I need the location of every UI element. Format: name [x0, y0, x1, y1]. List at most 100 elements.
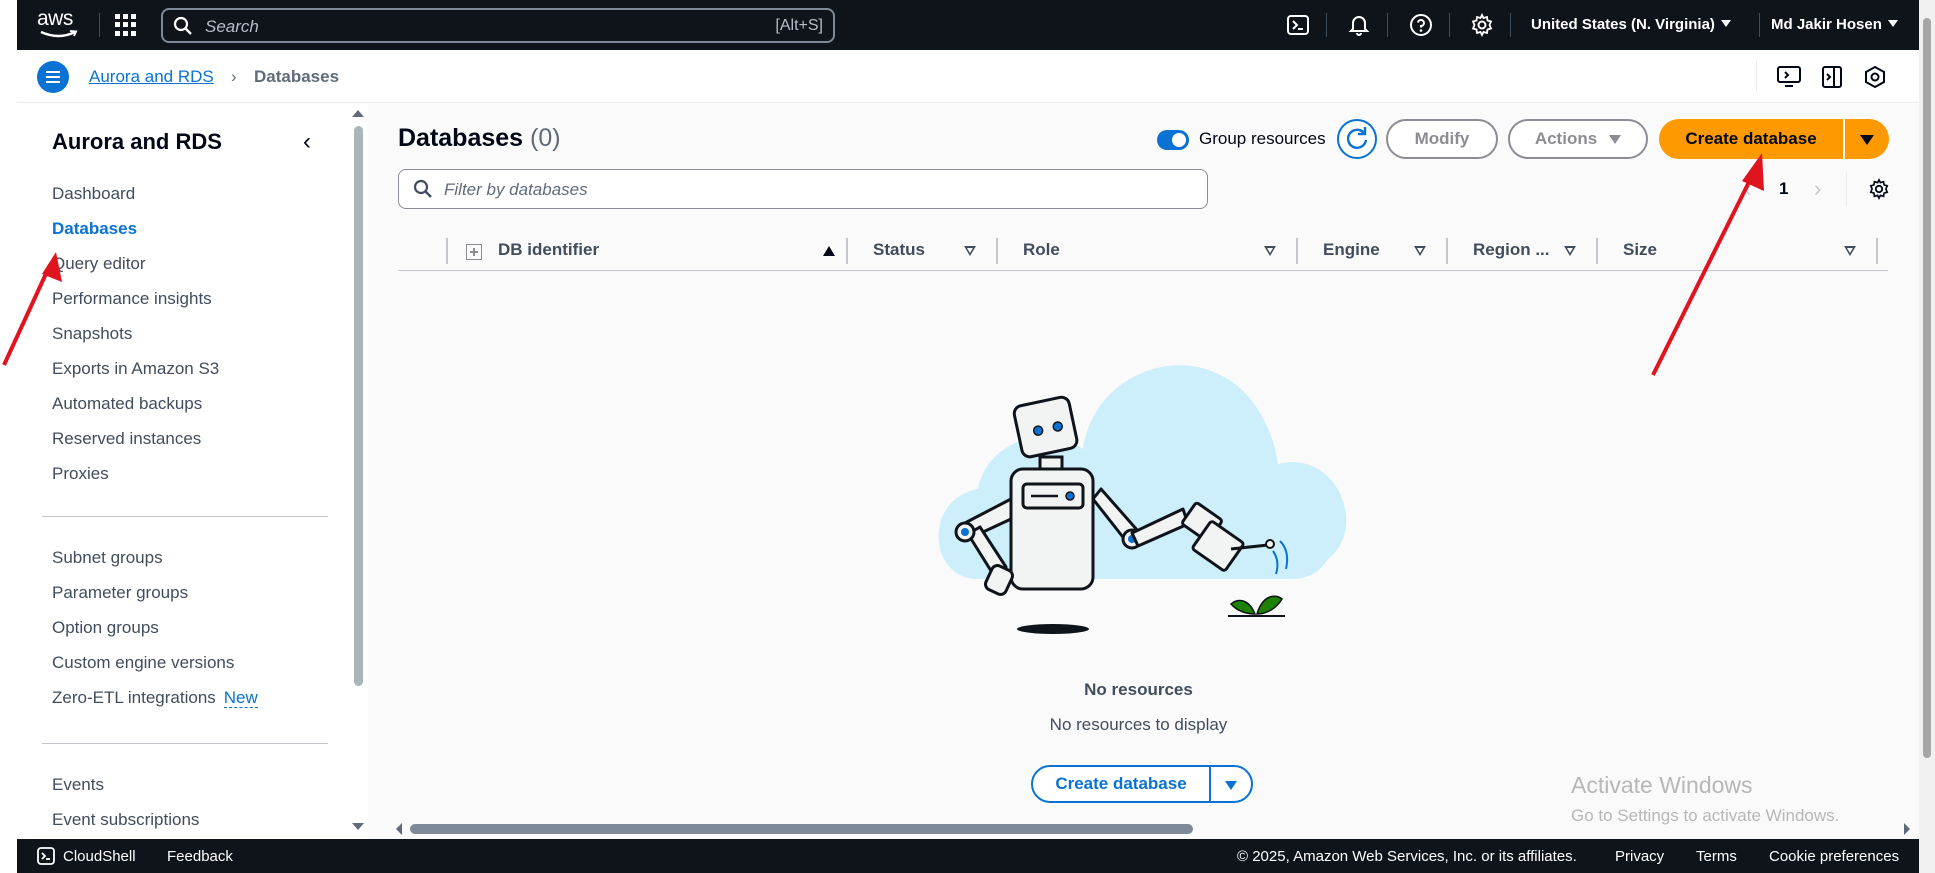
- sidebar-item-performance-insights[interactable]: Performance insights: [52, 289, 212, 309]
- column-separator[interactable]: [1596, 238, 1598, 264]
- pagination-page-number[interactable]: 1: [1779, 179, 1788, 199]
- privacy-link[interactable]: Privacy: [1615, 848, 1664, 865]
- cloudshell-icon[interactable]: [1286, 13, 1310, 37]
- sort-icon[interactable]: [1264, 246, 1276, 256]
- divider: [1449, 13, 1450, 37]
- pagination-prev-icon[interactable]: ‹: [1744, 176, 1751, 202]
- column-header-engine[interactable]: Engine: [1323, 240, 1380, 260]
- column-separator[interactable]: [1876, 238, 1878, 264]
- modify-button[interactable]: Modify: [1386, 119, 1498, 159]
- column-header-db-identifier[interactable]: DB identifier: [498, 240, 599, 260]
- info-panel-icon[interactable]: [1819, 64, 1845, 90]
- scroll-up-icon[interactable]: [349, 108, 367, 118]
- page-scrollbar[interactable]: [1919, 0, 1935, 873]
- aws-logo[interactable]: aws: [37, 8, 83, 41]
- cloudshell-link[interactable]: CloudShell: [63, 848, 136, 865]
- column-header-region[interactable]: Region ...: [1473, 240, 1550, 260]
- scrollbar-thumb[interactable]: [1923, 18, 1931, 758]
- windows-activation-title: Activate Windows: [1571, 772, 1753, 798]
- hexagon-settings-icon[interactable]: [1862, 64, 1888, 90]
- table-settings-gear-icon[interactable]: [1868, 178, 1890, 200]
- help-icon[interactable]: [1409, 13, 1433, 37]
- sort-icon[interactable]: [1414, 246, 1426, 256]
- bell-icon[interactable]: [1347, 13, 1371, 37]
- create-database-dropdown[interactable]: [1845, 119, 1889, 159]
- column-separator[interactable]: [846, 238, 848, 264]
- empty-create-database-button[interactable]: Create database: [1031, 765, 1211, 803]
- sidebar-item-exports-s3[interactable]: Exports in Amazon S3: [52, 359, 219, 379]
- sidebar-item-proxies[interactable]: Proxies: [52, 464, 109, 484]
- sidebar-item-event-subscriptions[interactable]: Event subscriptions: [52, 810, 199, 830]
- empty-create-database-dropdown[interactable]: [1209, 765, 1253, 803]
- scrollbar-thumb[interactable]: [410, 824, 1193, 834]
- actions-button[interactable]: Actions: [1508, 119, 1648, 159]
- sidebar-item-automated-backups[interactable]: Automated backups: [52, 394, 202, 414]
- screen-share-icon[interactable]: [1776, 64, 1802, 90]
- collapse-icon[interactable]: ‹: [303, 128, 311, 156]
- sort-icon[interactable]: [1844, 246, 1856, 256]
- scroll-right-icon[interactable]: [1902, 820, 1912, 838]
- services-grid-icon[interactable]: [115, 14, 137, 36]
- divider: [1756, 60, 1757, 92]
- left-margin: [0, 0, 17, 873]
- divider: [42, 516, 328, 517]
- sidebar-item-dashboard[interactable]: Dashboard: [52, 184, 135, 204]
- sidebar-item-label: Zero-ETL integrations: [52, 688, 216, 707]
- table-header: DB identifier Status Role Engine Region …: [398, 229, 1888, 271]
- search-placeholder: Search: [205, 17, 259, 36]
- sidebar-item-subnet-groups[interactable]: Subnet groups: [52, 548, 163, 568]
- filter-input[interactable]: Filter by databases: [398, 169, 1208, 209]
- breadcrumb-parent-link[interactable]: Aurora and RDS: [89, 67, 214, 87]
- column-separator[interactable]: [1296, 238, 1298, 264]
- top-navigation-bar: aws Search [Alt+S] United States (N. Vir…: [17, 0, 1919, 50]
- sidebar-item-query-editor[interactable]: Query editor: [52, 254, 146, 274]
- cookie-preferences-link[interactable]: Cookie preferences: [1769, 848, 1899, 865]
- cloudshell-icon[interactable]: [37, 847, 55, 865]
- terms-link[interactable]: Terms: [1696, 848, 1737, 865]
- menu-icon[interactable]: [37, 61, 69, 93]
- refresh-icon: [1346, 127, 1368, 149]
- sort-icon[interactable]: [964, 246, 976, 256]
- region-label: United States (N. Virginia): [1531, 16, 1715, 33]
- pagination-next-icon[interactable]: ›: [1814, 176, 1821, 202]
- chevron-down-icon: [1720, 20, 1731, 27]
- column-header-role[interactable]: Role: [1023, 240, 1060, 260]
- page-title-text: Databases: [398, 124, 524, 152]
- sidebar-item-databases[interactable]: Databases: [52, 219, 137, 239]
- create-database-button[interactable]: Create database: [1659, 119, 1843, 159]
- scrollbar-thumb[interactable]: [354, 126, 363, 686]
- column-header-status[interactable]: Status: [873, 240, 925, 260]
- sort-ascending-icon[interactable]: [823, 246, 835, 256]
- breadcrumb: Aurora and RDS › Databases: [17, 50, 1919, 103]
- chevron-down-icon: [1860, 135, 1874, 145]
- feedback-link[interactable]: Feedback: [167, 848, 233, 865]
- sidebar-item-zero-etl[interactable]: Zero-ETL integrations New: [52, 688, 258, 708]
- group-resources-label: Group resources: [1199, 129, 1326, 148]
- sidebar-item-parameter-groups[interactable]: Parameter groups: [52, 583, 188, 603]
- refresh-button[interactable]: [1337, 119, 1377, 159]
- sidebar-item-snapshots[interactable]: Snapshots: [52, 324, 132, 344]
- search-icon: [173, 16, 192, 35]
- aws-smile-icon: [40, 30, 78, 38]
- table-horizontal-scrollbar[interactable]: [396, 820, 1912, 838]
- gear-icon[interactable]: [1470, 13, 1494, 37]
- sidebar-item-custom-engine-versions[interactable]: Custom engine versions: [52, 653, 234, 673]
- sort-icon[interactable]: [1564, 246, 1576, 256]
- column-header-size[interactable]: Size: [1623, 240, 1657, 260]
- group-resources-toggle[interactable]: [1157, 130, 1189, 150]
- empty-create-database-label: Create database: [1055, 774, 1187, 793]
- sidebar-item-events[interactable]: Events: [52, 775, 104, 795]
- scroll-left-icon[interactable]: [394, 820, 404, 838]
- column-separator[interactable]: [996, 238, 998, 264]
- divider: [1326, 13, 1327, 37]
- region-selector[interactable]: United States (N. Virginia): [1531, 16, 1731, 33]
- column-separator[interactable]: [1446, 238, 1448, 264]
- sidenav-scrollbar[interactable]: [349, 104, 367, 839]
- sidebar-item-option-groups[interactable]: Option groups: [52, 618, 159, 638]
- scroll-down-icon[interactable]: [349, 822, 367, 832]
- sidebar-item-reserved-instances[interactable]: Reserved instances: [52, 429, 201, 449]
- expand-all-icon[interactable]: [466, 244, 482, 260]
- search-input[interactable]: Search [Alt+S]: [161, 8, 835, 43]
- empty-state-description: No resources to display: [1049, 715, 1228, 734]
- user-menu[interactable]: Md Jakir Hosen: [1771, 16, 1898, 33]
